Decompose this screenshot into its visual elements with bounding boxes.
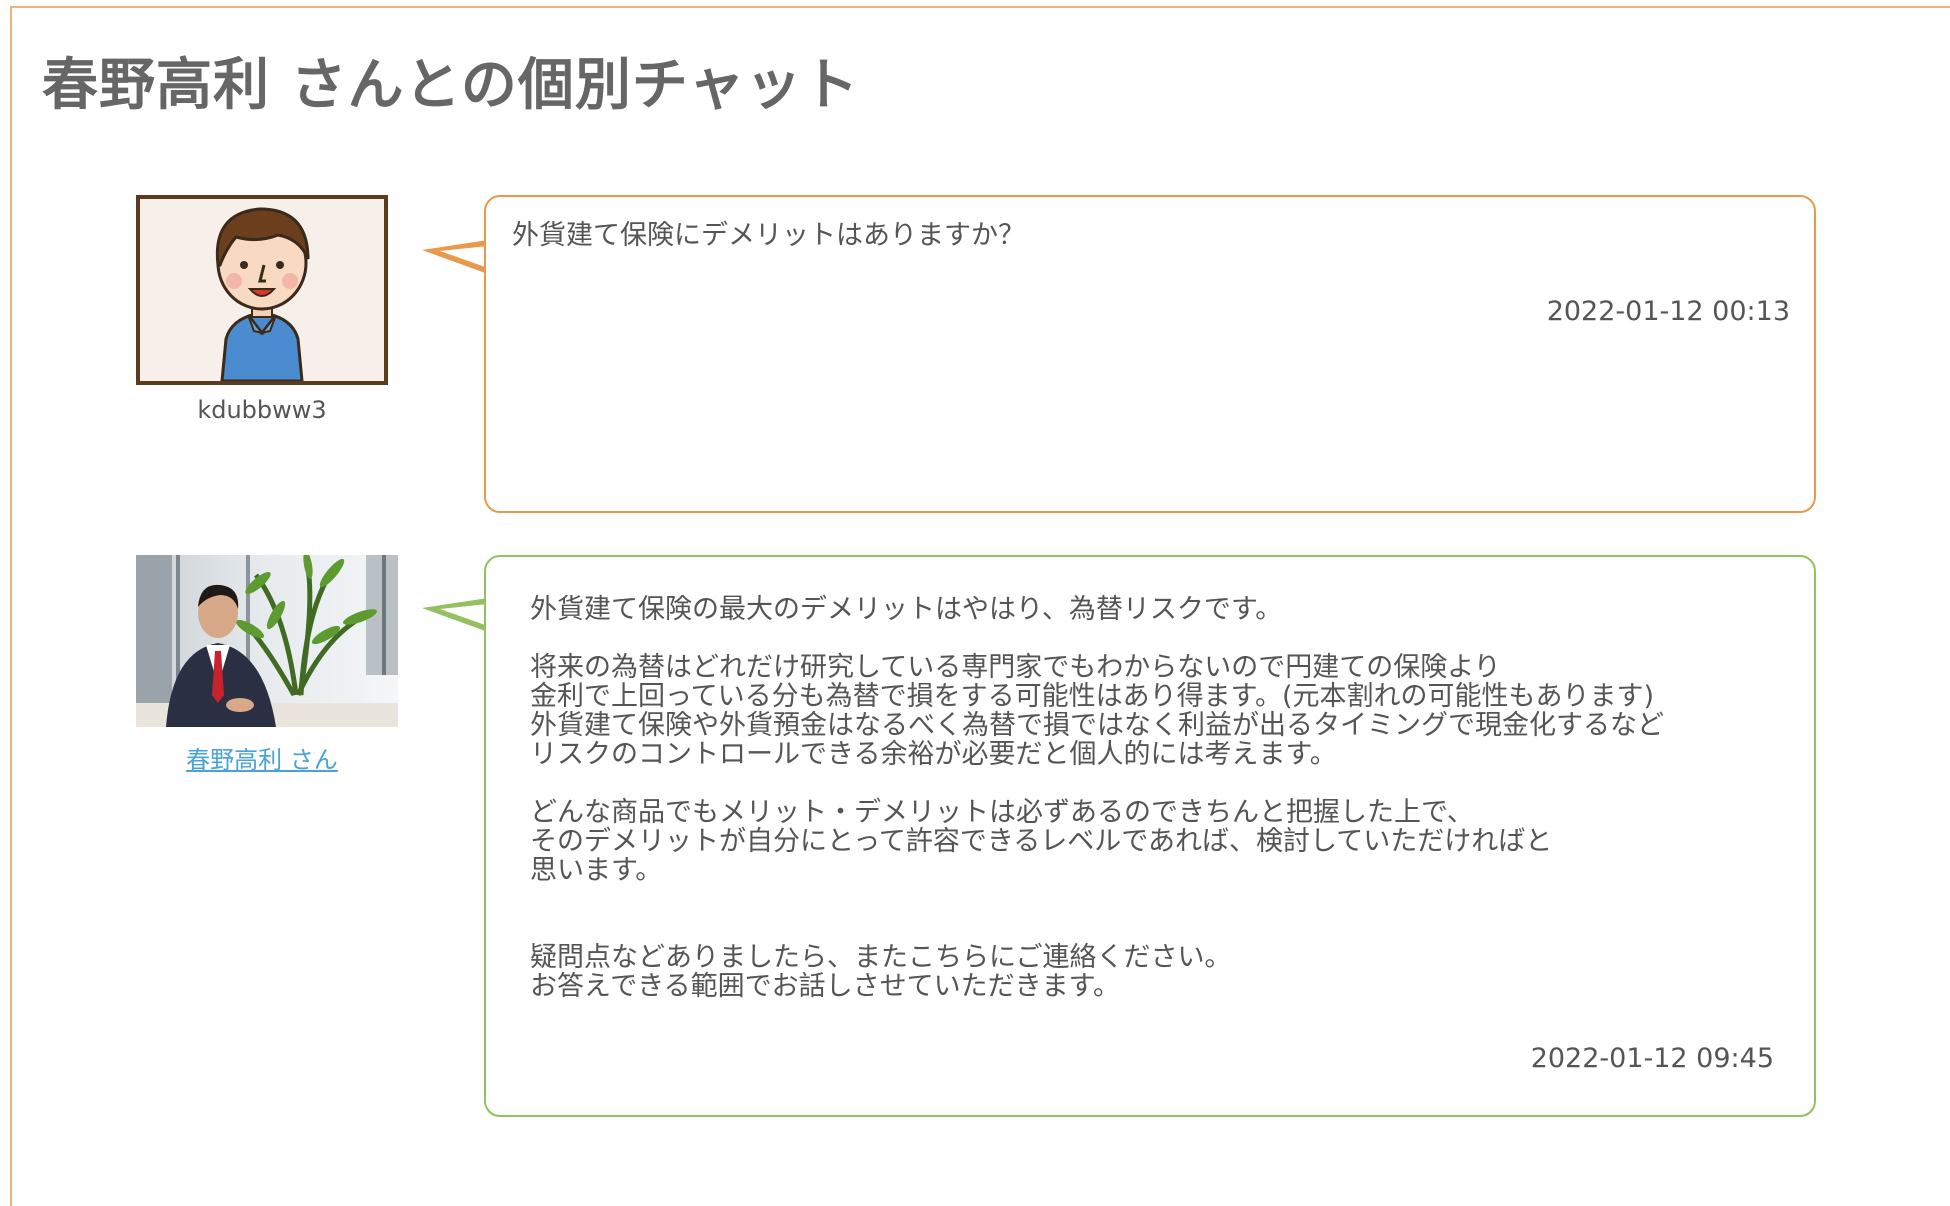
user-avatar	[136, 195, 388, 385]
message-bubble: 外貨建て保険の最大のデメリットはやはり、為替リスクです。 将来の為替はどれだけ研…	[484, 555, 1816, 1117]
expert-profile-link[interactable]: 春野高利 さん	[136, 740, 388, 775]
expert-photo-icon	[136, 555, 398, 727]
message-timestamp: 2022-01-12 09:45	[1530, 1043, 1774, 1074]
cartoon-user-avatar-icon	[140, 199, 384, 381]
expert-avatar[interactable]	[136, 555, 398, 727]
message-text: 外貨建て保険の最大のデメリットはやはり、為替リスクです。 将来の為替はどれだけ研…	[530, 594, 1664, 1002]
message-text: 外貨建て保険にデメリットはありますか？	[512, 220, 1025, 251]
message-timestamp: 2022-01-12 00:13	[1546, 296, 1790, 327]
message-bubble: 外貨建て保険にデメリットはありますか？ 2022-01-12 00:13	[484, 195, 1816, 513]
page-title: 春野高利 さんとの個別チャット	[42, 53, 860, 118]
bubble-tail	[422, 598, 488, 632]
author-name: kdubbww3	[197, 396, 327, 424]
bubble-tail	[422, 240, 488, 274]
